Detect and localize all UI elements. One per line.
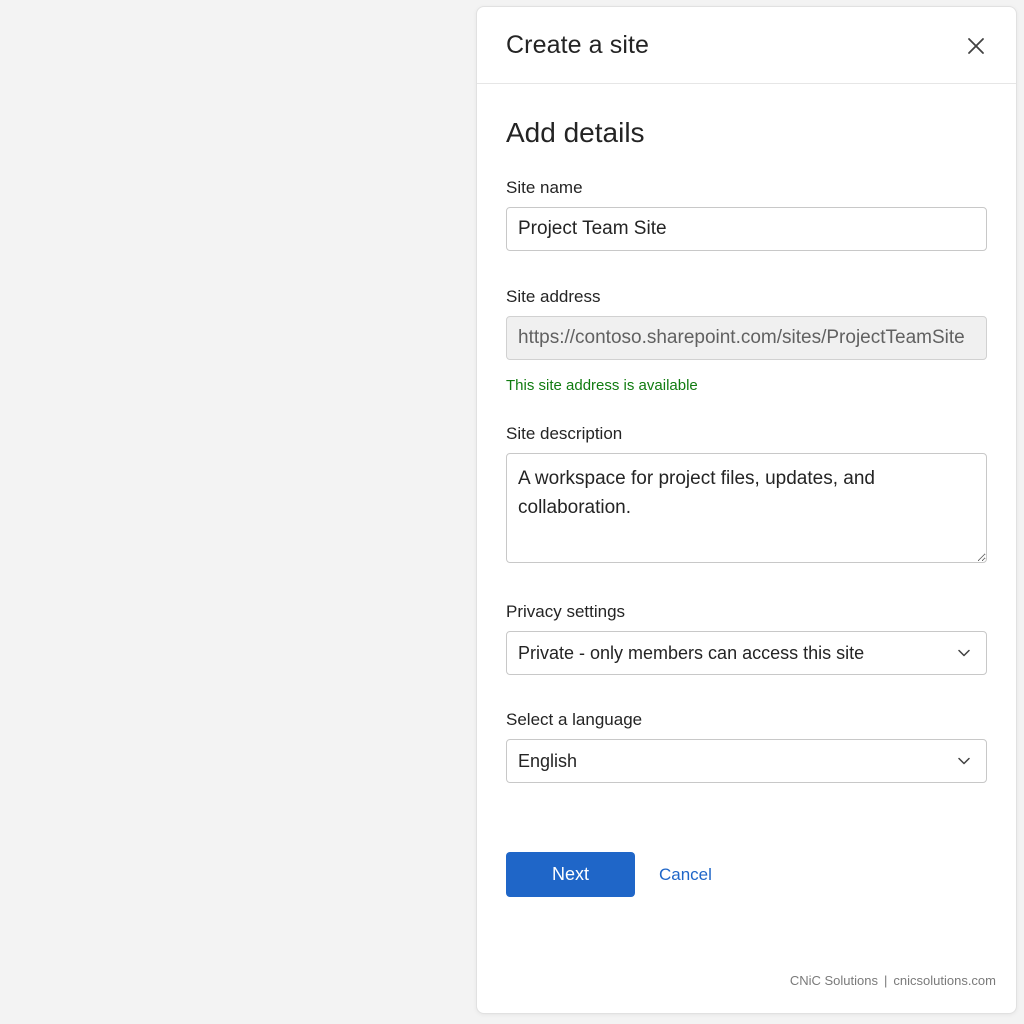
language-label: Select a language bbox=[506, 710, 643, 729]
chevron-down-icon bbox=[957, 754, 971, 768]
privacy-settings-value: Private - only members can access this s… bbox=[518, 642, 865, 663]
site-description-textarea[interactable]: A workspace for project files, updates, … bbox=[506, 453, 987, 563]
chevron-down-icon bbox=[957, 646, 971, 660]
footer-brand: CNiC Solutions | cnicsolutions.com bbox=[790, 973, 996, 988]
panel-header: Create a site bbox=[477, 7, 1016, 84]
privacy-settings-label: Privacy settings bbox=[506, 602, 626, 621]
cancel-button[interactable]: Cancel bbox=[659, 865, 712, 885]
next-button[interactable]: Next bbox=[506, 852, 635, 897]
close-icon bbox=[968, 38, 984, 54]
site-description-label: Site description bbox=[506, 424, 623, 443]
site-address-label: Site address bbox=[506, 287, 601, 306]
site-name-label: Site name bbox=[506, 178, 583, 197]
footer-brand-name: CNiC Solutions bbox=[789, 973, 878, 988]
section-heading: Add details bbox=[506, 117, 645, 148]
panel-title: Create a site bbox=[506, 31, 650, 59]
site-name-input[interactable] bbox=[506, 207, 987, 251]
privacy-settings-dropdown[interactable]: Private - only members can access this s… bbox=[506, 631, 987, 675]
site-address-input[interactable] bbox=[506, 316, 987, 360]
footer-domain: cnicsolutions.com bbox=[893, 973, 996, 988]
language-value: English bbox=[518, 750, 578, 771]
footer-separator: | bbox=[884, 973, 888, 988]
site-address-status: This site address is available bbox=[506, 377, 698, 394]
close-button[interactable] bbox=[963, 33, 989, 59]
language-dropdown[interactable]: English bbox=[506, 739, 987, 783]
create-site-panel: Create a site Add details Site name Site… bbox=[476, 6, 1017, 1014]
